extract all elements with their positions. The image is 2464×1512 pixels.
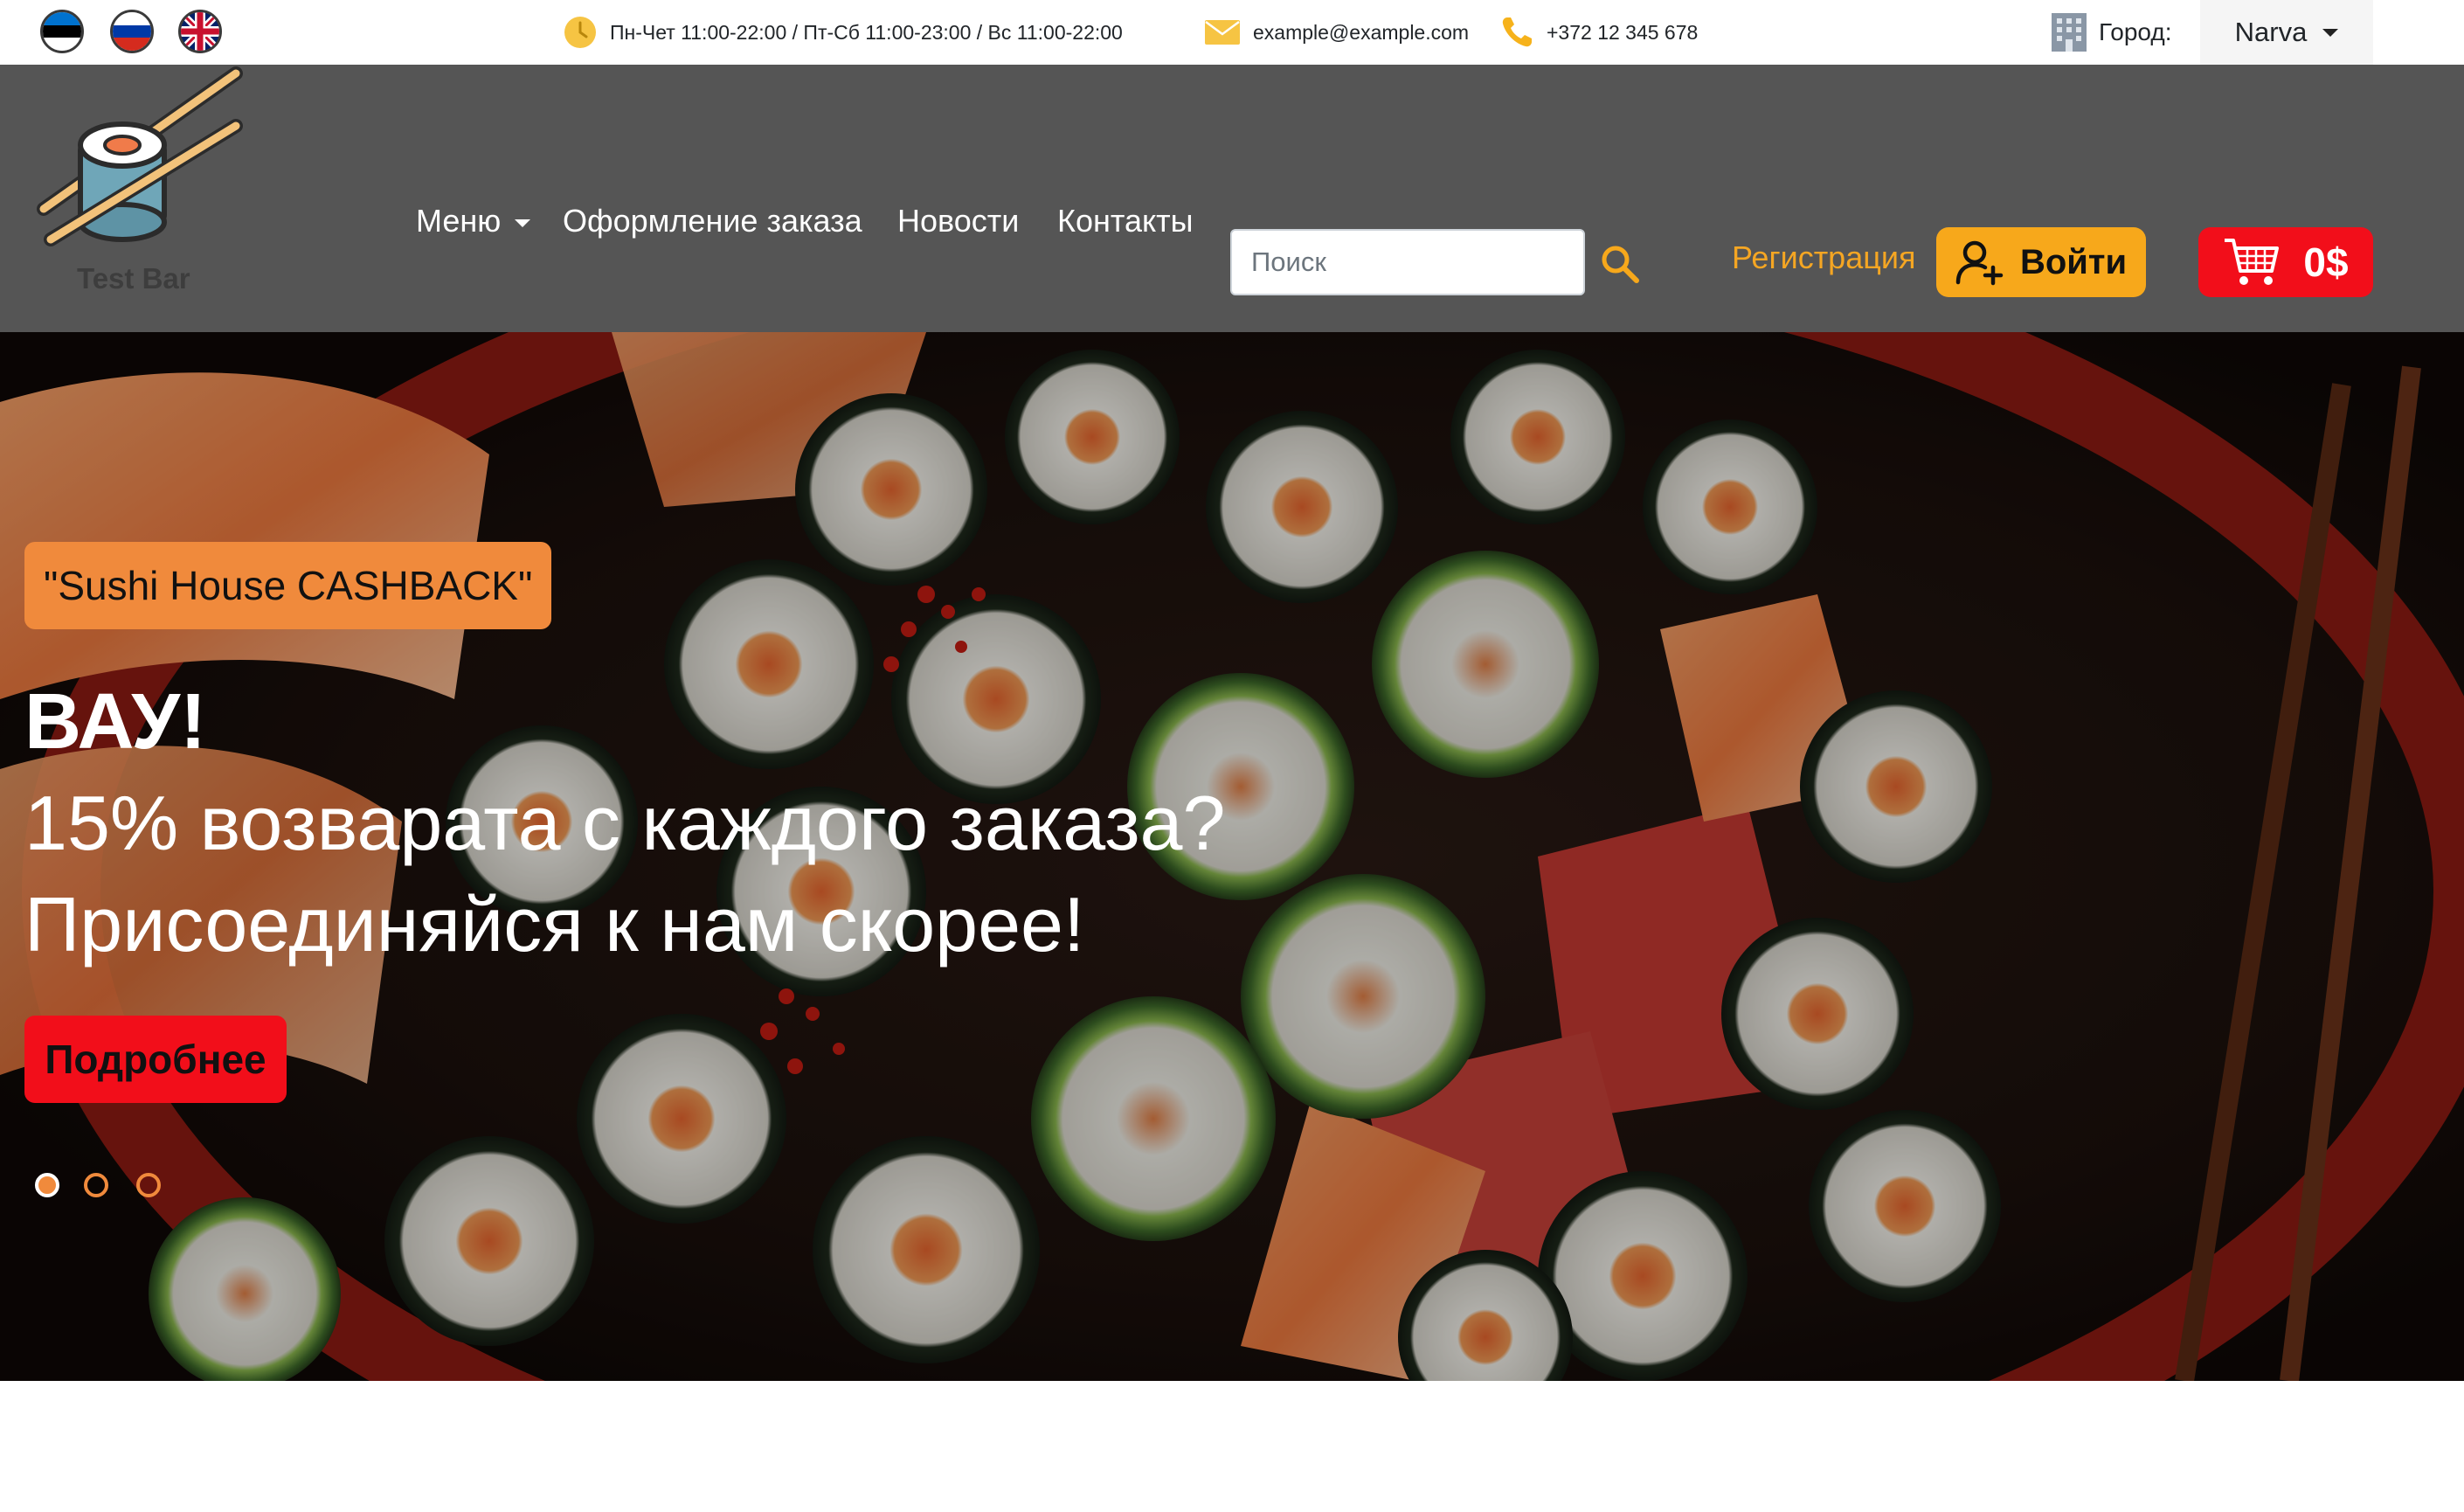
headline-line-1: ВАУ! (24, 678, 207, 766)
phone-icon (1502, 17, 1532, 47)
shopping-cart-icon (2225, 239, 2280, 285)
carousel-indicator-3[interactable] (136, 1173, 161, 1197)
chevron-down-icon (2322, 28, 2339, 37)
login-button[interactable]: Войти (1936, 227, 2146, 297)
city-label-text: Город: (2099, 18, 2172, 45)
contact-phone[interactable]: +372 12 345 678 (1499, 0, 1698, 65)
main-header: Test Bar Меню Оформление заказа Новости … (0, 65, 2464, 332)
opening-hours-text: Пн-Чет 11:00-22:00 / Пт-Сб 11:00-23:00 /… (610, 20, 1123, 44)
logo-text: Test Bar (77, 262, 190, 295)
russian-flag-icon[interactable] (110, 10, 154, 53)
carousel-indicator-2[interactable] (84, 1173, 108, 1197)
city-value: Narva (2234, 17, 2308, 47)
email-text[interactable]: example@example.com (1253, 21, 1469, 45)
carousel-indicator-1[interactable] (35, 1173, 59, 1197)
envelope-icon (1205, 20, 1240, 45)
city-label: Город: (2050, 0, 2172, 65)
hero-headline: ВАУ! 15% возварата с каждого заказа? При… (24, 671, 1225, 975)
register-link[interactable]: Регистрация (1732, 239, 1915, 276)
sushi-chopsticks-logo-icon (37, 66, 243, 246)
search-input[interactable] (1230, 229, 1585, 295)
phone-text[interactable]: +372 12 345 678 (1547, 21, 1698, 45)
cart-total: 0$ (2303, 239, 2349, 285)
nav-order-link[interactable]: Оформление заказа (563, 199, 862, 243)
contact-email[interactable]: example@example.com (1204, 0, 1469, 65)
british-flag-icon[interactable] (178, 10, 222, 53)
login-label: Войти (2019, 242, 2128, 281)
cart-button[interactable]: 0$ (2198, 227, 2373, 297)
search-button[interactable] (1599, 243, 1641, 285)
more-details-button[interactable]: Подробнее (24, 1016, 287, 1103)
headline-line-3: Присоединяйся к нам скорее! (24, 881, 1085, 968)
top-info-bar: Пн-Чет 11:00-22:00 / Пт-Сб 11:00-23:00 /… (0, 0, 2464, 65)
hero-carousel: "Sushi House CASHBACK" ВАУ! 15% возварат… (0, 332, 2464, 1381)
search-icon (1602, 246, 1639, 283)
chevron-down-icon (515, 218, 531, 227)
estonian-flag-icon[interactable] (40, 10, 84, 53)
nav-news-link[interactable]: Новости (897, 199, 1019, 243)
city-dropdown[interactable]: Narva (2200, 0, 2373, 65)
add-user-icon (1955, 240, 2004, 286)
promo-badge: "Sushi House CASHBACK" (24, 542, 552, 629)
nav-menu-label: Меню (416, 203, 502, 239)
opening-hours: Пн-Чет 11:00-22:00 / Пт-Сб 11:00-23:00 /… (563, 0, 1123, 65)
building-icon (2052, 13, 2087, 52)
headline-line-2: 15% возварата с каждого заказа? (24, 780, 1226, 866)
nav-contacts-link[interactable]: Контакты (1057, 199, 1194, 243)
clock-icon (564, 17, 596, 48)
logo[interactable]: Test Bar (35, 65, 245, 332)
union-jack-icon (181, 12, 219, 51)
nav-menu-dropdown[interactable]: Меню (416, 199, 531, 243)
